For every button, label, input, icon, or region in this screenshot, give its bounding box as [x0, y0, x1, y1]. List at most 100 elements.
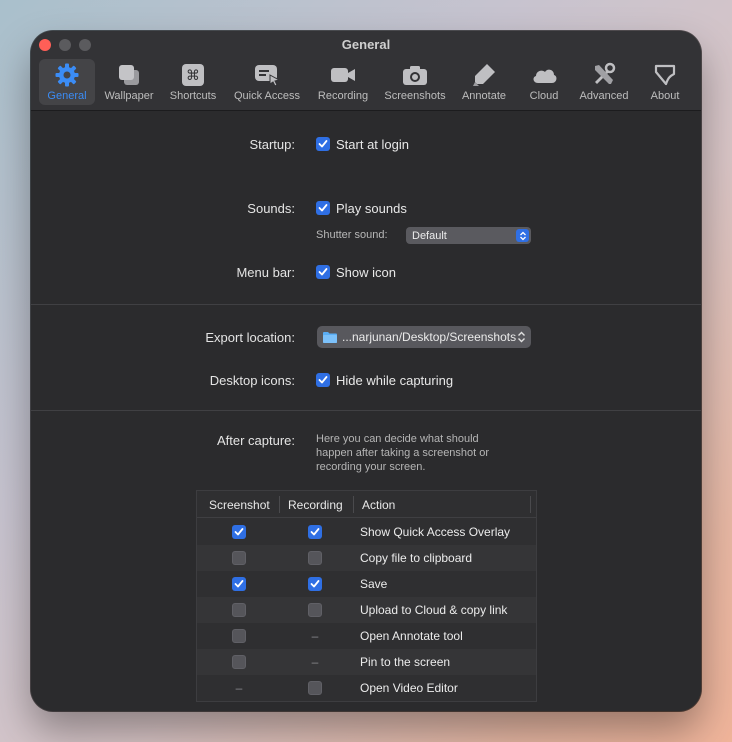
start-at-login-label: Start at login	[336, 136, 409, 152]
play-sounds-checkbox[interactable]: Play sounds	[316, 201, 407, 216]
show-icon-checkbox[interactable]: Show icon	[316, 265, 396, 280]
recording-checkbox[interactable]	[308, 551, 322, 565]
preferences-window: General General Wallpaper ⌘ Shortcuts Qu…	[31, 31, 701, 711]
screenshot-checkbox[interactable]	[232, 551, 246, 565]
table-row: Show Quick Access Overlay	[197, 519, 536, 545]
tab-quick-access[interactable]: Quick Access	[229, 59, 305, 105]
table-row: – Open Annotate tool	[197, 623, 536, 649]
checkbox-checked[interactable]	[316, 265, 330, 279]
tab-wallpaper[interactable]: Wallpaper	[99, 59, 159, 105]
tab-about[interactable]: About	[641, 59, 689, 105]
shutter-sound-select[interactable]: Default	[406, 227, 531, 244]
video-camera-icon	[329, 62, 357, 88]
flag-icon	[651, 62, 679, 88]
camera-icon	[401, 62, 429, 88]
recording-checkbox[interactable]	[308, 525, 322, 539]
tab-label: Advanced	[579, 90, 629, 102]
table-header: Screenshot Recording Action	[197, 491, 536, 518]
tab-recording[interactable]: Recording	[311, 59, 375, 105]
column-separator	[279, 496, 280, 513]
startup-row: Startup: Start at login	[31, 134, 701, 154]
tools-icon	[590, 62, 618, 88]
highlighter-icon	[470, 62, 498, 88]
command-key-icon: ⌘	[179, 62, 207, 88]
recording-checkbox[interactable]	[308, 603, 322, 617]
menubar-row: Menu bar: Show icon	[31, 262, 701, 282]
start-at-login-checkbox[interactable]: Start at login	[316, 137, 409, 152]
column-separator	[353, 496, 354, 513]
show-icon-label: Show icon	[336, 264, 396, 280]
menubar-label: Menu bar:	[236, 264, 295, 280]
checkbox-checked[interactable]	[316, 373, 330, 387]
export-path-value: ...narjunan/Desktop/Screenshots	[342, 330, 517, 344]
sounds-label: Sounds:	[247, 200, 295, 216]
export-location-select[interactable]: ...narjunan/Desktop/Screenshots	[317, 326, 531, 348]
tab-screenshots[interactable]: Screenshots	[381, 59, 449, 105]
action-label: Copy file to clipboard	[360, 551, 473, 565]
wallpaper-icon	[115, 62, 143, 88]
tab-label: Screenshots	[384, 90, 446, 102]
screenshot-checkbox[interactable]	[232, 655, 246, 669]
shutter-sound-value: Default	[412, 229, 447, 242]
tab-label: Quick Access	[233, 90, 301, 102]
checkbox-checked[interactable]	[316, 201, 330, 215]
action-label: Pin to the screen	[360, 655, 451, 669]
hide-while-capturing-label: Hide while capturing	[336, 372, 454, 388]
chevron-up-down-icon	[516, 229, 529, 242]
column-separator	[530, 496, 531, 513]
shutter-sound-label: Shutter sound:	[316, 229, 388, 241]
screenshot-checkbox[interactable]	[232, 603, 246, 617]
titlebar: General General Wallpaper ⌘ Shortcuts Qu…	[31, 31, 701, 111]
table-row: Save	[197, 571, 536, 597]
tab-label: Cloud	[529, 90, 559, 102]
action-label: Show Quick Access Overlay	[360, 525, 511, 539]
general-settings-pane: Startup: Start at login Sounds: Play sou…	[31, 112, 701, 711]
recording-not-applicable: –	[311, 655, 319, 669]
table-row: – Open Video Editor	[197, 675, 536, 701]
section-divider	[31, 410, 701, 411]
checkbox-checked[interactable]	[316, 137, 330, 151]
tab-shortcuts[interactable]: ⌘ Shortcuts	[163, 59, 223, 105]
action-label: Save	[360, 577, 388, 591]
recording-checkbox[interactable]	[308, 577, 322, 591]
desktop-icons-row: Desktop icons: Hide while capturing	[31, 370, 701, 390]
action-label: Upload to Cloud & copy link	[360, 603, 508, 617]
startup-label: Startup:	[249, 136, 295, 152]
tab-label: About	[650, 90, 680, 102]
screenshot-checkbox[interactable]	[232, 629, 246, 643]
after-capture-table: Screenshot Recording Action Show Quick A…	[196, 490, 537, 702]
section-divider	[31, 304, 701, 305]
column-header-action[interactable]: Action	[362, 491, 395, 518]
tab-label: Wallpaper	[104, 90, 154, 102]
chevron-up-down-icon	[517, 331, 526, 343]
action-label: Open Video Editor	[360, 681, 458, 695]
tab-annotate[interactable]: Annotate	[455, 59, 513, 105]
play-sounds-label: Play sounds	[336, 200, 407, 216]
action-label: Open Annotate tool	[360, 629, 463, 643]
recording-not-applicable: –	[311, 629, 319, 643]
screenshot-not-applicable: –	[235, 681, 243, 695]
preferences-toolbar: General Wallpaper ⌘ Shortcuts Quick Acce…	[31, 59, 701, 105]
gear-icon	[53, 62, 81, 88]
tab-cloud[interactable]: Cloud	[519, 59, 569, 105]
sounds-row: Sounds: Play sounds	[31, 198, 701, 218]
tab-general[interactable]: General	[39, 59, 95, 105]
tab-label: Recording	[317, 90, 369, 102]
table-row: Upload to Cloud & copy link	[197, 597, 536, 623]
column-header-recording[interactable]: Recording	[288, 491, 343, 518]
quick-access-icon	[253, 62, 281, 88]
table-row: – Pin to the screen	[197, 649, 536, 675]
hide-while-capturing-checkbox[interactable]: Hide while capturing	[316, 373, 453, 388]
screenshot-checkbox[interactable]	[232, 525, 246, 539]
screenshot-checkbox[interactable]	[232, 577, 246, 591]
window-title: General	[341, 37, 391, 52]
tab-label: Annotate	[461, 90, 507, 102]
table-row: Copy file to clipboard	[197, 545, 536, 571]
recording-checkbox[interactable]	[308, 681, 322, 695]
tab-advanced[interactable]: Advanced	[573, 59, 635, 105]
desktop-icons-label: Desktop icons:	[209, 372, 295, 388]
after-capture-label: After capture:	[216, 432, 295, 448]
export-location-label: Export location:	[205, 329, 295, 345]
column-header-screenshot[interactable]: Screenshot	[209, 491, 270, 518]
cloud-icon	[530, 62, 558, 88]
